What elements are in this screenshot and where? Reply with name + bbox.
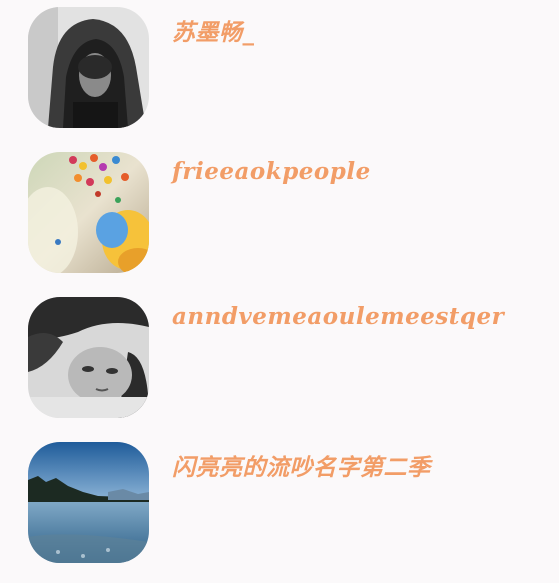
contact-name: 苏墨畅_ — [172, 19, 255, 46]
contact-name: anndvemeaoulemeestqer — [172, 303, 505, 330]
contact-name: 闪亮亮的流吵名字第二季 — [172, 454, 431, 481]
contact-row[interactable]: frieeaokpeople — [0, 152, 559, 282]
lake-landscape-photo-icon — [28, 442, 149, 563]
contact-row[interactable]: 闪亮亮的流吵名字第二季 — [0, 442, 559, 572]
hooded-person-photo-icon — [28, 7, 149, 128]
avatar[interactable] — [28, 442, 149, 563]
flowers-photo-icon — [28, 152, 149, 273]
reclining-person-photo-icon — [28, 297, 149, 418]
contact-name: frieeaokpeople — [172, 158, 371, 185]
contact-row[interactable]: 苏墨畅_ — [0, 7, 559, 137]
contact-list: 苏墨畅_ frieeaokpeople anndvemeaoulemeestqe… — [0, 0, 559, 583]
avatar[interactable] — [28, 7, 149, 128]
avatar[interactable] — [28, 297, 149, 418]
contact-row[interactable]: anndvemeaoulemeestqer — [0, 297, 559, 427]
avatar[interactable] — [28, 152, 149, 273]
